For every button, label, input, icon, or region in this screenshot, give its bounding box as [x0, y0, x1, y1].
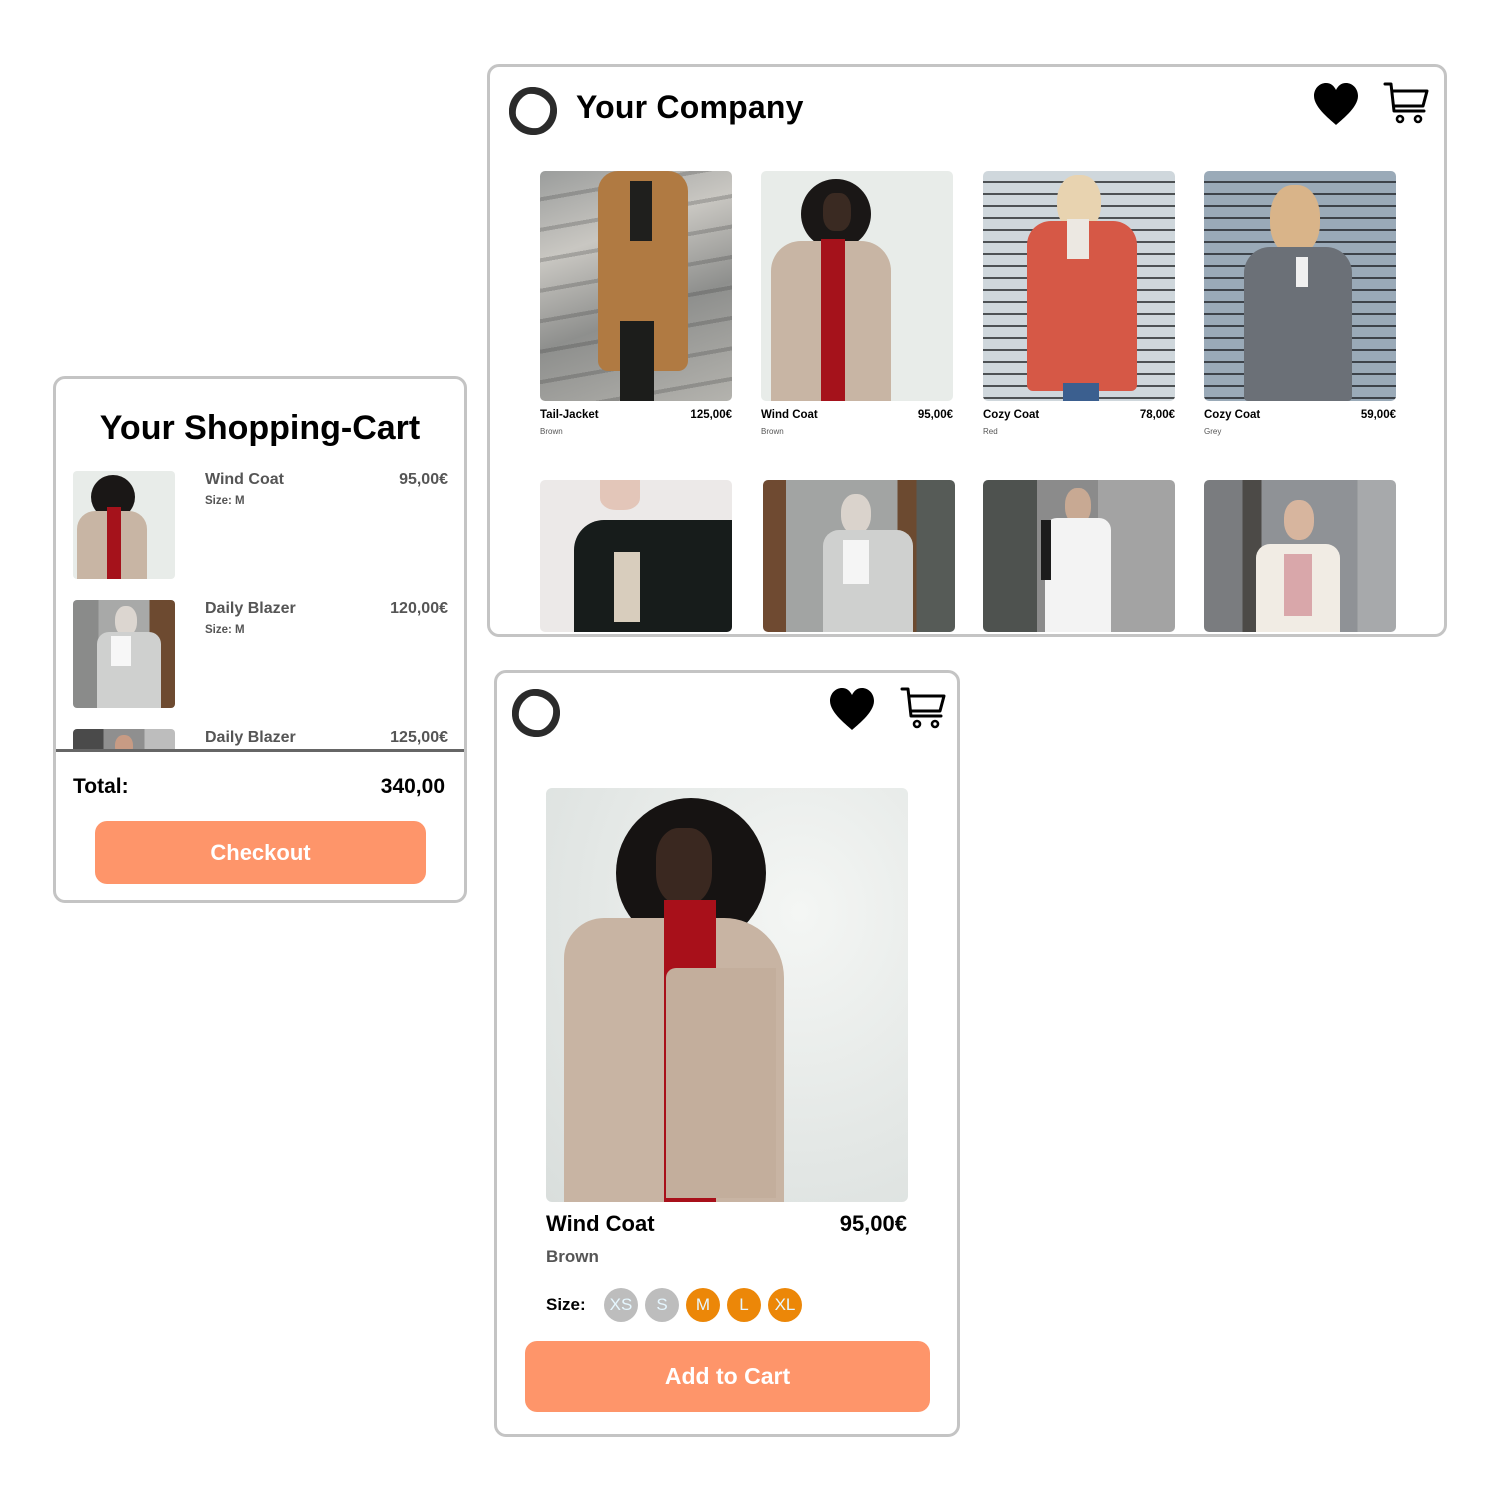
size-selector: XS S M L XL [604, 1288, 802, 1322]
product-card[interactable] [763, 480, 955, 632]
cart-title: Your Shopping-Cart [99, 409, 421, 447]
product-image[interactable] [540, 480, 732, 632]
cart-item-image [73, 471, 175, 579]
size-option-s[interactable]: S [645, 1288, 679, 1322]
product-image[interactable] [1204, 171, 1396, 401]
product-card[interactable] [1204, 480, 1396, 632]
product-card[interactable]: Cozy Coat 78,00€ Red [983, 171, 1175, 436]
product-price: 59,00€ [1360, 409, 1396, 421]
shopping-cart-icon[interactable] [1383, 81, 1429, 127]
cart-item-image [73, 729, 175, 750]
product-image[interactable] [763, 480, 955, 632]
product-color: Brown [546, 1247, 599, 1266]
cart-item-name: Wind Coat [205, 471, 284, 488]
swirl-logo-icon[interactable] [505, 83, 561, 139]
product-name: Wind Coat [761, 409, 818, 421]
size-option-xs[interactable]: XS [604, 1288, 638, 1322]
product-detail-window: Wind Coat 95,00€ Brown Size: XS S M L XL… [494, 670, 960, 1437]
product-price: 95,00€ [917, 409, 953, 421]
size-option-l[interactable]: L [727, 1288, 761, 1322]
checkout-button[interactable]: Checkout [95, 821, 426, 884]
product-image[interactable] [761, 171, 953, 401]
cart-divider [56, 749, 464, 752]
product-card[interactable]: Wind Coat 95,00€ Brown [761, 171, 953, 436]
cart-item-size: Size: M [205, 624, 245, 636]
product-card[interactable]: Cozy Coat 59,00€ Grey [1204, 171, 1396, 436]
total-label: Total: [73, 775, 129, 798]
product-price: 125,00€ [690, 409, 732, 421]
cart-item-name: Daily Blazer [205, 729, 296, 746]
product-color: Brown [540, 427, 563, 436]
product-image[interactable] [983, 171, 1175, 401]
cart-item[interactable]: Daily Blazer 125,00€ [73, 729, 448, 750]
size-option-xl[interactable]: XL [768, 1288, 802, 1322]
product-name: Wind Coat [546, 1211, 655, 1236]
product-price: 78,00€ [1139, 409, 1175, 421]
product-card[interactable] [983, 480, 1175, 632]
cart-item-image [73, 600, 175, 708]
swirl-logo-icon[interactable] [508, 685, 564, 741]
shop-window: Your Company Tail-Jacket 125,00€ Brown W… [487, 64, 1447, 637]
product-price: 95,00€ [839, 1211, 907, 1236]
cart-item-name: Daily Blazer [205, 600, 296, 617]
product-image[interactable] [983, 480, 1175, 632]
product-color: Brown [761, 427, 784, 436]
product-name: Cozy Coat [1204, 409, 1261, 421]
product-image[interactable] [1204, 480, 1396, 632]
product-color: Red [983, 427, 998, 436]
cart-item-price: 120,00€ [390, 600, 448, 617]
cart-item[interactable]: Wind Coat Size: M 95,00€ [73, 471, 448, 579]
product-card[interactable] [540, 480, 732, 632]
product-name: Cozy Coat [983, 409, 1040, 421]
product-card[interactable]: Tail-Jacket 125,00€ Brown [540, 171, 732, 436]
cart-item-list[interactable]: Wind Coat Size: M 95,00€ Daily Blazer Si… [56, 471, 464, 750]
size-option-m[interactable]: M [686, 1288, 720, 1322]
product-hero-image [546, 788, 908, 1202]
product-name: Tail-Jacket [540, 409, 599, 421]
brand-name: Your Company [576, 89, 804, 125]
total-value: 340,00 [380, 775, 445, 798]
cart-item-size: Size: M [205, 495, 245, 507]
product-image[interactable] [540, 171, 732, 401]
shopping-cart-window: Your Shopping-Cart Wind Coat Size: M 95,… [53, 376, 467, 903]
shopping-cart-icon[interactable] [900, 686, 946, 732]
heart-icon[interactable] [1312, 82, 1360, 126]
cart-item[interactable]: Daily Blazer Size: M 120,00€ [73, 600, 448, 708]
size-label: Size: [546, 1295, 586, 1314]
cart-item-price: 125,00€ [390, 729, 448, 746]
heart-icon[interactable] [828, 687, 876, 731]
cart-item-price: 95,00€ [399, 471, 448, 488]
product-color: Grey [1204, 427, 1222, 436]
add-to-cart-button[interactable]: Add to Cart [525, 1341, 930, 1412]
